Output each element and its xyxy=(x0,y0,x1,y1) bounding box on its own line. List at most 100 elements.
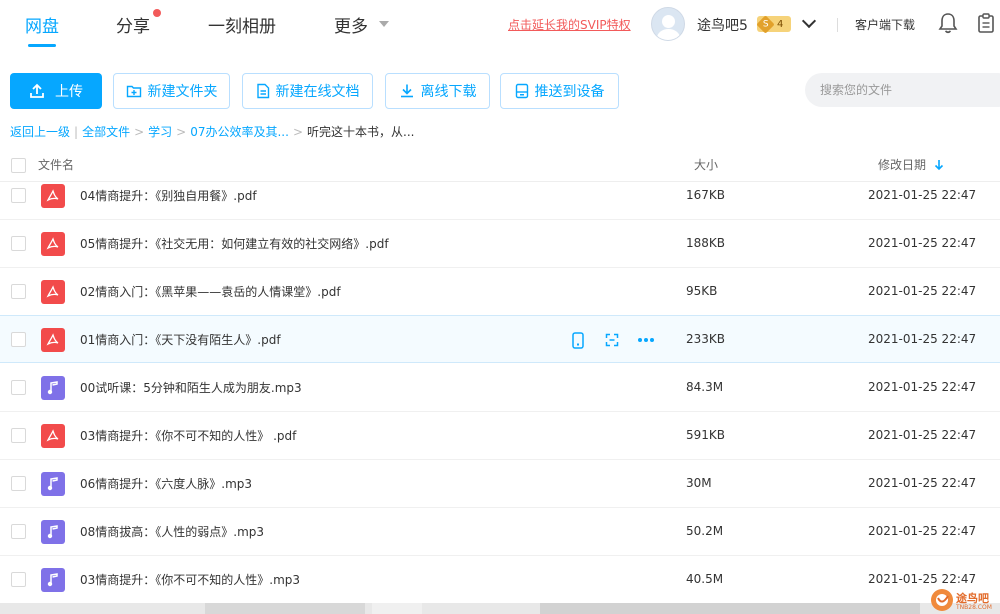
breadcrumb-item-study[interactable]: 学习 xyxy=(148,125,172,139)
file-size: 84.3M xyxy=(686,380,724,394)
file-name[interactable]: 01情商入门：《天下没有陌生人》.pdf xyxy=(80,331,281,348)
table-row[interactable]: 03情商提升：《你不可不知的人性》 .pdf 591KB 2021-01-25 … xyxy=(0,412,1000,460)
table-row[interactable]: 06情商提升：《六度人脉》.mp3 30M 2021-01-25 22:47 xyxy=(0,460,1000,508)
notification-dot xyxy=(153,9,161,17)
file-name[interactable]: 04情商提升：《别独自用餐》.pdf xyxy=(80,187,257,204)
file-size: 50.2M xyxy=(686,524,724,538)
search-input[interactable] xyxy=(805,73,1000,107)
row-checkbox[interactable] xyxy=(11,332,26,347)
tab-moment-album[interactable]: 一刻相册 xyxy=(208,12,276,37)
document-icon xyxy=(256,83,269,99)
row-checkbox[interactable] xyxy=(11,284,26,299)
row-checkbox[interactable] xyxy=(11,380,26,395)
clipboard-icon[interactable] xyxy=(976,12,996,34)
vip-diamond-icon: S xyxy=(756,14,775,34)
row-actions xyxy=(568,331,656,349)
user-menu-chevron-icon[interactable] xyxy=(801,13,817,29)
top-nav: 网盘 分享 一刻相册 更多 点击延长我的SVIP特权 途鸟吧5 S 4 客户端下… xyxy=(0,0,1000,50)
watermark-subtext: TNB28.COM xyxy=(956,604,992,611)
breadcrumb-separator: > xyxy=(292,125,303,139)
folder-plus-icon xyxy=(126,85,141,98)
row-checkbox[interactable] xyxy=(11,476,26,491)
breadcrumb-item-office[interactable]: 07办公效率及其... xyxy=(190,125,289,139)
device-icon xyxy=(515,83,528,99)
row-checkbox[interactable] xyxy=(11,572,26,587)
file-size: 591KB xyxy=(686,428,726,442)
share-link-icon[interactable] xyxy=(602,331,622,349)
upload-button[interactable]: 上传 xyxy=(10,73,102,109)
new-folder-button[interactable]: 新建文件夹 xyxy=(113,73,230,109)
column-header-date[interactable]: 修改日期 xyxy=(878,156,926,173)
active-tab-indicator xyxy=(28,44,56,47)
file-name[interactable]: 02情商入门：《黑苹果——袁岳的人情课堂》.pdf xyxy=(80,283,341,300)
music-file-icon xyxy=(41,568,65,592)
file-name[interactable]: 08情商拔高：《人性的弱点》.mp3 xyxy=(80,523,264,540)
row-checkbox[interactable] xyxy=(11,524,26,539)
pdf-file-icon xyxy=(41,424,65,448)
divider xyxy=(837,18,838,32)
file-size: 188KB xyxy=(686,236,726,250)
row-checkbox[interactable] xyxy=(11,236,26,251)
sort-down-arrow-icon[interactable] xyxy=(934,159,944,171)
more-options-icon[interactable] xyxy=(636,331,656,349)
phone-icon[interactable] xyxy=(568,331,588,349)
username[interactable]: 途鸟吧5 xyxy=(697,15,748,35)
avatar[interactable] xyxy=(651,7,685,41)
pdf-file-icon xyxy=(41,280,65,304)
vip-level: 4 xyxy=(777,18,784,30)
column-header-name[interactable]: 文件名 xyxy=(38,156,74,173)
music-file-icon xyxy=(41,472,65,496)
file-name[interactable]: 00试听课：5分钟和陌生人成为朋友.mp3 xyxy=(80,379,302,396)
table-row[interactable]: 08情商拔高：《人性的弱点》.mp3 50.2M 2021-01-25 22:4… xyxy=(0,508,1000,556)
tab-netdisk[interactable]: 网盘 xyxy=(25,12,59,37)
file-size: 40.5M xyxy=(686,572,724,586)
column-header-size[interactable]: 大小 xyxy=(694,156,718,173)
table-row[interactable]: 02情商入门：《黑苹果——袁岳的人情课堂》.pdf 95KB 2021-01-2… xyxy=(0,268,1000,316)
client-download-link[interactable]: 客户端下载 xyxy=(855,16,915,33)
file-date: 2021-01-25 22:47 xyxy=(868,188,977,202)
table-row[interactable]: 03情商提升：《你不可不知的人性》.mp3 40.5M 2021-01-25 2… xyxy=(0,556,1000,604)
file-date: 2021-01-25 22:47 xyxy=(868,332,977,346)
table-row[interactable]: 05情商提升：《社交无用：如何建立有效的社交网络》.pdf 188KB 2021… xyxy=(0,220,1000,268)
table-row[interactable]: 04情商提升：《别独自用餐》.pdf 167KB 2021-01-25 22:4… xyxy=(0,172,1000,220)
tab-share[interactable]: 分享 xyxy=(116,12,150,37)
file-date: 2021-01-25 22:47 xyxy=(868,428,977,442)
pdf-file-icon xyxy=(41,328,65,352)
breadcrumb-item-all-files[interactable]: 全部文件 xyxy=(82,125,130,139)
table-row[interactable]: 00试听课：5分钟和陌生人成为朋友.mp3 84.3M 2021-01-25 2… xyxy=(0,364,1000,412)
breadcrumb-separator: > xyxy=(176,125,187,139)
new-online-doc-label: 新建在线文档 xyxy=(275,84,360,100)
new-online-doc-button[interactable]: 新建在线文档 xyxy=(242,73,373,109)
row-checkbox[interactable] xyxy=(11,188,26,203)
file-name[interactable]: 06情商提升：《六度人脉》.mp3 xyxy=(80,475,252,492)
file-date: 2021-01-25 22:47 xyxy=(868,236,977,250)
bell-icon[interactable] xyxy=(938,12,958,34)
push-to-device-label: 推送到设备 xyxy=(534,84,605,100)
taskbar-item[interactable] xyxy=(205,603,365,614)
breadcrumb-current: 听完这十本书，从... xyxy=(307,125,415,139)
breadcrumb-separator: > xyxy=(134,125,145,139)
breadcrumb-separator: | xyxy=(74,125,79,139)
file-name[interactable]: 05情商提升：《社交无用：如何建立有效的社交网络》.pdf xyxy=(80,235,389,252)
select-all-checkbox[interactable] xyxy=(11,158,26,173)
table-row-hovered[interactable]: 01情商入门：《天下没有陌生人》.pdf 233KB 2021-01-25 22… xyxy=(0,315,1000,363)
taskbar-item[interactable] xyxy=(540,603,920,614)
file-date: 2021-01-25 22:47 xyxy=(868,284,977,298)
taskbar-item[interactable] xyxy=(372,603,422,614)
push-to-device-button[interactable]: 推送到设备 xyxy=(500,73,619,109)
offline-download-label: 离线下载 xyxy=(420,84,477,100)
upload-label: 上传 xyxy=(55,84,83,100)
offline-download-button[interactable]: 离线下载 xyxy=(385,73,490,109)
music-file-icon xyxy=(41,376,65,400)
tab-more[interactable]: 更多 xyxy=(334,12,368,37)
row-checkbox[interactable] xyxy=(11,428,26,443)
svip-renew-link[interactable]: 点击延长我的SVIP特权 xyxy=(508,16,631,33)
file-name[interactable]: 03情商提升：《你不可不知的人性》 .pdf xyxy=(80,427,296,444)
file-date: 2021-01-25 22:47 xyxy=(868,380,977,394)
chevron-down-icon xyxy=(379,21,389,27)
file-name[interactable]: 03情商提升：《你不可不知的人性》.mp3 xyxy=(80,571,300,588)
vip-level-badge: S 4 xyxy=(756,14,791,34)
file-date: 2021-01-25 22:47 xyxy=(868,476,977,490)
breadcrumb-back-link[interactable]: 返回上一级 xyxy=(10,125,70,139)
file-date: 2021-01-25 22:47 xyxy=(868,524,977,538)
